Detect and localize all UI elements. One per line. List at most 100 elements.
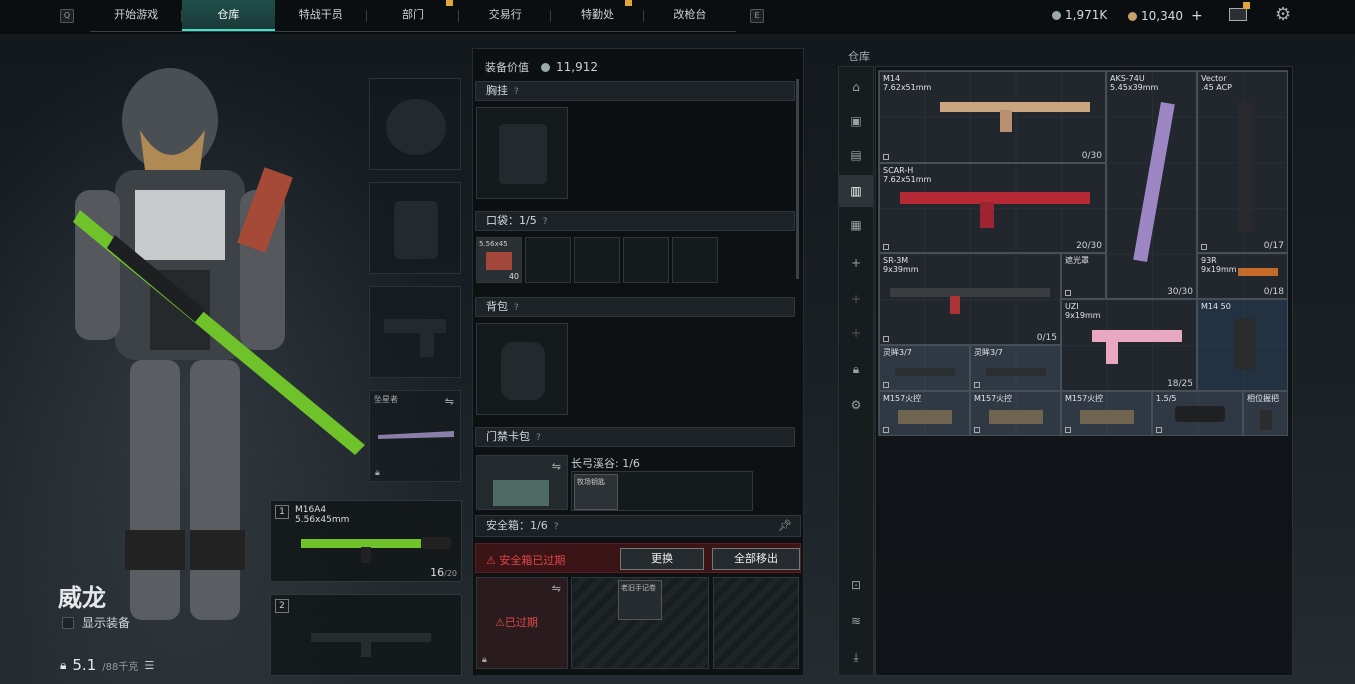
add-currency-button[interactable]: + <box>1191 8 1203 24</box>
expired-warning-bar: ⚠ 安全箱已过期 更换 全部移出 <box>475 543 801 573</box>
item-icon <box>883 154 889 160</box>
swap-icon[interactable]: ⇋ <box>552 460 561 473</box>
secondary-weapon-card[interactable]: 2 <box>270 594 462 676</box>
warehouse-item[interactable]: 相位握把 <box>1243 391 1288 436</box>
armor-slot[interactable] <box>369 182 461 274</box>
helmet-icon <box>386 99 446 155</box>
help-icon[interactable]: ? <box>514 303 519 313</box>
tab-operators[interactable]: 特战干员 <box>275 0 367 31</box>
tab-gunsmith[interactable]: 改枪台 <box>644 0 736 31</box>
warehouse-tab-3-icon[interactable]: ▥ <box>839 175 873 207</box>
warehouse-item[interactable]: SR-3M 9x39mm 0/15 <box>879 253 1061 345</box>
melee-slot[interactable]: 坠星者 ⇋ 🔒︎ <box>369 390 461 482</box>
warehouse-tab-2-icon[interactable]: ▤ <box>839 139 873 171</box>
pocket-slot[interactable] <box>623 237 669 283</box>
coin-icon <box>541 62 550 72</box>
mail-icon[interactable] <box>1229 2 1250 21</box>
secure-item[interactable]: 老旧手记卷 <box>618 580 662 620</box>
warehouse-item[interactable]: M14 7.62x51mm 0/30 <box>879 71 1106 163</box>
tab-label: 开始游戏 <box>114 8 159 21</box>
item-ammo: 20/30 <box>1076 241 1102 251</box>
exchange-button[interactable]: 更换 <box>620 548 704 570</box>
swap-icon[interactable]: ⇋ <box>445 395 454 408</box>
list-icon[interactable]: ☰ <box>144 659 154 672</box>
item-name: AKS-74U 5.45x39mm <box>1110 74 1159 92</box>
item-name: Vector .45 ACP <box>1201 74 1233 92</box>
show-gear-toggle[interactable]: 显示装备 <box>62 614 130 631</box>
sort-icon[interactable]: ⊡ <box>839 569 873 601</box>
secure-grid-locked <box>713 577 799 669</box>
warehouse-item[interactable]: 1.5/5 <box>1152 391 1243 436</box>
warehouse-item[interactable]: AKS-74U 5.45x39mm 30/30 <box>1106 71 1197 299</box>
tab-warehouse[interactable]: 仓库 <box>182 0 275 31</box>
warehouse-item[interactable]: UZI 9x19mm 18/25 <box>1061 299 1197 391</box>
section-label: 背包 <box>486 300 508 313</box>
add-tab-icon[interactable]: + <box>839 317 873 349</box>
weight-indicator: 🔒︎ 5.1/88千克 ☰ <box>60 656 154 674</box>
warehouse-item[interactable]: 遮光罩 <box>1061 253 1106 299</box>
secure-case-slot[interactable]: ⇋ ⚠已过期 🔒︎ <box>476 577 568 669</box>
item-name: M157火控 <box>883 394 922 403</box>
help-icon[interactable]: ? <box>514 87 519 97</box>
lock-icon[interactable]: 🔒︎ <box>839 353 873 385</box>
item-name: M14 7.62x51mm <box>883 74 932 92</box>
checkbox[interactable] <box>62 616 74 629</box>
tab-label: 特战干员 <box>298 8 343 21</box>
tab-start-game[interactable]: 开始游戏 <box>90 0 183 31</box>
notification-badge <box>446 0 454 6</box>
warehouse-tab-1-icon[interactable]: ▣ <box>839 105 873 137</box>
item-count: 40 <box>508 272 519 281</box>
pocket-slot[interactable] <box>525 237 571 283</box>
import-icon[interactable]: ⤓ <box>839 641 873 673</box>
keycard-item[interactable]: 牧场钥匙 <box>574 474 618 510</box>
keycard-case-slot[interactable]: ⇋ <box>476 455 568 510</box>
pocket-slot[interactable] <box>574 237 620 283</box>
keycard-map-label: 长弓溪谷: 1/6 <box>571 457 640 470</box>
lock-icon: 🔒︎ <box>375 468 380 478</box>
warehouse-tab-4-icon[interactable]: ▦ <box>839 209 873 241</box>
warehouse-sidebar: ⌂ ▣ ▤ ▥ ▦ + + + 🔒︎ ⚙ ⊡ ≋ ⤓ <box>838 66 874 676</box>
pistol-icon <box>384 319 446 357</box>
warehouse-item[interactable]: 灵眸3/7 <box>879 345 970 391</box>
add-tab-icon[interactable]: + <box>839 247 873 279</box>
rifle-icon <box>1133 101 1175 263</box>
primary-weapon-card[interactable]: 1 M16A4 5.56x45mm 16/20 <box>270 500 462 582</box>
scrollbar[interactable] <box>796 79 799 279</box>
layers-icon[interactable]: ≋ <box>839 605 873 637</box>
settings-gear-icon[interactable]: ⚙ <box>1275 4 1291 25</box>
settings-icon[interactable]: ⚙ <box>839 389 873 421</box>
secure-grid: 老旧手记卷 <box>571 577 709 669</box>
warehouse-item[interactable]: M14 50 <box>1197 299 1288 391</box>
pistol-slot[interactable] <box>369 286 461 378</box>
add-tab-icon[interactable]: + <box>839 283 873 315</box>
help-icon[interactable]: ? <box>536 433 541 443</box>
tab-special-ops[interactable]: 特勤处 <box>551 0 644 31</box>
move-all-button[interactable]: 全部移出 <box>712 548 800 570</box>
backpack-slot[interactable] <box>476 323 568 415</box>
tab-label: 仓库 <box>217 8 240 21</box>
helmet-slot[interactable] <box>369 78 461 170</box>
swap-icon[interactable]: ⇋ <box>552 582 561 595</box>
warehouse-item[interactable]: M157火控 <box>879 391 970 436</box>
item-ammo: 0/17 <box>1263 241 1284 251</box>
warehouse-item[interactable]: 灵眸3/7 <box>970 345 1061 391</box>
help-icon[interactable]: ? <box>543 217 548 227</box>
chest-rig-slot[interactable] <box>476 107 568 199</box>
tab-trade[interactable]: 交易行 <box>459 0 552 31</box>
equip-value-amount: 11,912 <box>556 60 598 74</box>
help-icon[interactable]: ? <box>554 522 559 532</box>
warehouse-item[interactable]: 93R 9x19mm 0/18 <box>1197 253 1288 299</box>
item-name: 牧场钥匙 <box>577 478 605 486</box>
pin-icon[interactable]: 📌︎ <box>778 516 792 536</box>
warehouse-item[interactable]: SCAR-H 7.62x51mm 20/30 <box>879 163 1106 253</box>
warehouse-item[interactable]: M157火控 <box>1061 391 1152 436</box>
tab-department[interactable]: 部门 <box>367 0 460 31</box>
expired-text: 已过期 <box>504 616 538 629</box>
warehouse-item[interactable]: Vector .45 ACP 0/17 <box>1197 71 1288 253</box>
warehouse-main-icon[interactable]: ⌂ <box>839 71 873 103</box>
warehouse-item[interactable]: M157火控 <box>970 391 1061 436</box>
secure-case-header: 安全箱：1/6? 📌︎ <box>475 515 801 537</box>
pocket-item-ammo[interactable]: 5.56x45 40 <box>476 237 522 283</box>
item-icon <box>1201 244 1207 250</box>
pocket-slot[interactable] <box>672 237 718 283</box>
